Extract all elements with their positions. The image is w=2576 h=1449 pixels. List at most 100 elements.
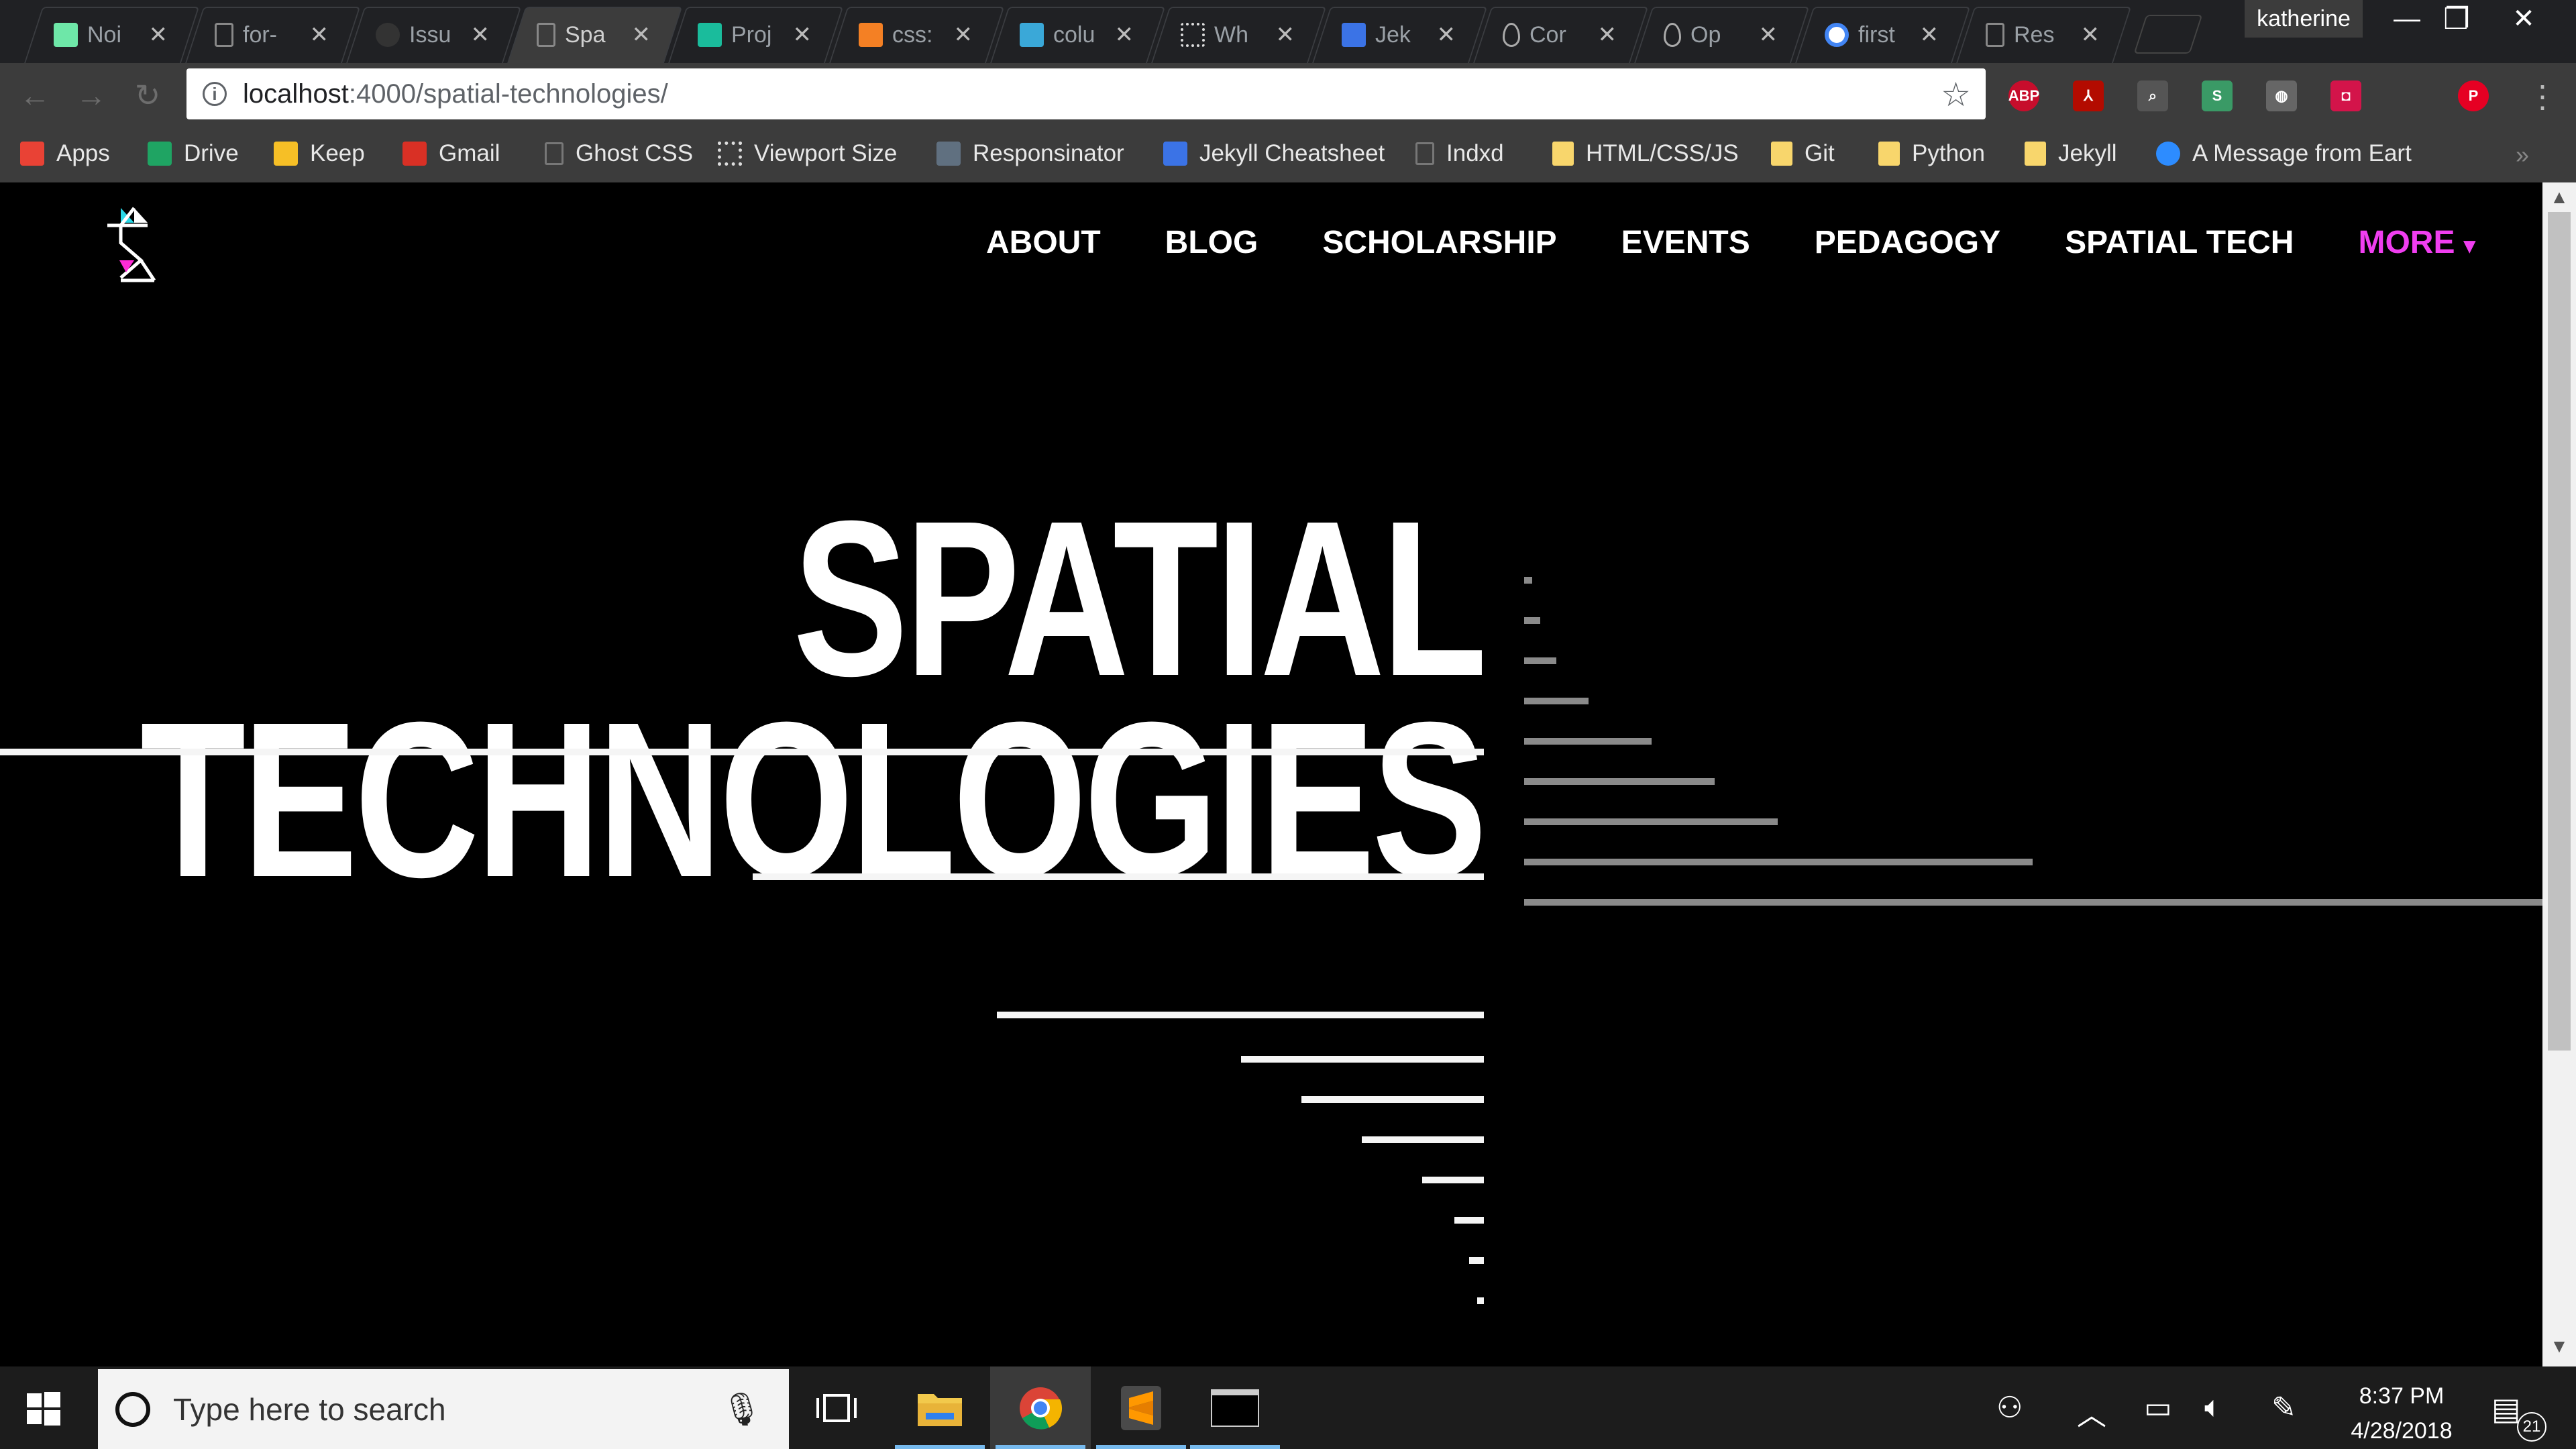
menu-dots-icon[interactable]: ⋮ <box>2524 78 2561 115</box>
windows-start-icon[interactable] <box>27 1392 60 1426</box>
bookmark-label: Git <box>1805 140 1835 166</box>
browser-tab[interactable]: for- ✕ <box>185 7 342 63</box>
bookmarks-overflow-icon[interactable]: » <box>2516 141 2529 169</box>
bookmark-item[interactable]: Indxd <box>1415 137 1504 170</box>
tab-close-icon[interactable]: ✕ <box>1437 21 1456 48</box>
bookmark-item[interactable]: Responsinator <box>936 137 1124 170</box>
bird-icon <box>1020 23 1044 47</box>
tab-close-icon[interactable]: ✕ <box>1759 21 1778 48</box>
nav-pedagogy[interactable]: PEDAGOGY <box>1815 224 2000 261</box>
bookmark-star-icon[interactable]: ☆ <box>1941 75 1971 114</box>
tab-close-icon[interactable]: ✕ <box>1115 21 1134 48</box>
tab-close-icon[interactable]: ✕ <box>2081 21 2100 48</box>
scrollbar-thumb[interactable] <box>2548 212 2571 1051</box>
url-text[interactable]: localhost:4000/spatial-technologies/ <box>243 79 668 109</box>
browser-tab[interactable]: css: ✕ <box>829 7 986 63</box>
browser-tab[interactable]: Jek ✕ <box>1312 7 1469 63</box>
browser-tab[interactable]: Op ✕ <box>1634 7 1791 63</box>
system-clock[interactable]: 8:37 PM 4/28/2018 <box>2328 1379 2475 1448</box>
pinterest-icon[interactable]: P <box>2458 80 2489 111</box>
profile-button[interactable]: katherine <box>2245 0 2363 38</box>
decorative-line <box>1301 1096 1484 1103</box>
browser-tab[interactable]: Spa ✕ <box>507 7 664 63</box>
nav-more-dropdown[interactable]: MORE ▾ <box>2358 224 2475 261</box>
bookmark-item[interactable]: Gmail <box>402 137 500 170</box>
close-window-button[interactable]: ✕ <box>2497 0 2551 38</box>
scroll-up-icon[interactable]: ▲ <box>2542 186 2576 213</box>
tab-close-icon[interactable]: ✕ <box>1920 21 1939 48</box>
bookmark-item[interactable]: HTML/CSS/JS <box>1552 137 1739 170</box>
tab-title: Cor <box>1529 21 1566 48</box>
bookmark-item[interactable]: Drive <box>148 137 239 170</box>
browser-tab[interactable]: Issu ✕ <box>346 7 503 63</box>
tab-close-icon[interactable]: ✕ <box>149 21 168 48</box>
tab-close-icon[interactable]: ✕ <box>310 21 329 48</box>
restore-button[interactable]: ❐ <box>2430 0 2483 38</box>
bookmark-item[interactable]: Python <box>1878 137 1985 170</box>
browser-tab[interactable]: Noi ✕ <box>24 7 181 63</box>
browser-tab[interactable]: first ✕ <box>1795 7 1952 63</box>
battery-icon[interactable]: ▭ <box>2144 1391 2172 1425</box>
decorative-line <box>1362 1136 1484 1143</box>
bookmark-item[interactable]: Jekyll <box>2025 137 2117 170</box>
browser-tab[interactable]: Wh ✕ <box>1151 7 1308 63</box>
browser-tab[interactable]: Res ✕ <box>1956 7 2113 63</box>
bookmark-item[interactable]: Ghost CSS <box>545 137 693 170</box>
scroll-down-icon[interactable]: ▼ <box>2542 1336 2576 1362</box>
tab-close-icon[interactable]: ✕ <box>1598 21 1617 48</box>
pocket-icon[interactable]: ◘ <box>2330 80 2361 111</box>
s-extension-icon[interactable]: S <box>2202 80 2233 111</box>
page-icon <box>545 142 564 165</box>
nav-blog[interactable]: BLOG <box>1165 224 1258 261</box>
minimize-button[interactable]: — <box>2380 0 2434 38</box>
page-scrollbar[interactable]: ▲ ▼ <box>2542 182 2576 1366</box>
bookmark-label: Drive <box>184 140 239 166</box>
nav-events[interactable]: EVENTS <box>1621 224 1750 261</box>
browser-tab[interactable]: Cor ✕ <box>1473 7 1630 63</box>
tab-close-icon[interactable]: ✕ <box>471 21 490 48</box>
reload-icon[interactable]: ↻ <box>129 76 166 114</box>
tab-close-icon[interactable]: ✕ <box>954 21 973 48</box>
bookmark-item[interactable]: A Message from Eart <box>2156 137 2412 170</box>
tab-title: colu <box>1053 21 1095 48</box>
back-arrow-icon[interactable]: ← <box>16 76 54 114</box>
pen-workspace-icon[interactable]: ✎ <box>2271 1391 2296 1425</box>
microphone-icon[interactable]: 🎙︎ <box>721 1390 762 1428</box>
nav-scholarship[interactable]: SCHOLARSHIP <box>1322 224 1556 261</box>
site-logo[interactable] <box>101 203 161 286</box>
forward-arrow-icon[interactable]: → <box>72 76 110 114</box>
bookmark-item[interactable]: Apps <box>20 137 110 170</box>
bookmark-item[interactable]: Jekyll Cheatsheet <box>1163 137 1385 170</box>
info-icon[interactable]: i <box>203 82 227 106</box>
task-view-icon[interactable] <box>786 1366 887 1449</box>
browser-tab[interactable]: Proj ✕ <box>668 7 825 63</box>
terminal-icon[interactable] <box>1185 1366 1285 1449</box>
bookmark-item[interactable]: Viewport Size <box>718 137 897 170</box>
show-hidden-icons-chevron[interactable]: ︿ <box>2077 1391 2106 1434</box>
search-page-icon[interactable]: ⌕ <box>2137 80 2168 111</box>
sublime-text-icon[interactable] <box>1091 1366 1191 1449</box>
adblock-plus-icon[interactable]: ABP <box>2008 80 2039 111</box>
drop-icon <box>1664 23 1681 47</box>
bookmark-item[interactable]: Keep <box>274 137 365 170</box>
bookmark-item[interactable]: Git <box>1771 137 1835 170</box>
tab-close-icon[interactable]: ✕ <box>793 21 812 48</box>
taskbar-search-box[interactable]: Type here to search 🎙︎ <box>98 1369 789 1449</box>
tab-close-icon[interactable]: ✕ <box>1276 21 1295 48</box>
address-bar[interactable]: i localhost:4000/spatial-technologies/ ☆ <box>186 68 1986 119</box>
action-center-icon[interactable]: ▤ <box>2491 1391 2520 1427</box>
volume-muted-icon[interactable]: 🔈︎ <box>2204 1391 2222 1424</box>
decorative-line <box>1524 738 1652 745</box>
people-icon[interactable]: ⚇ <box>1996 1391 2023 1425</box>
cortana-icon[interactable] <box>115 1391 150 1427</box>
tab-close-icon[interactable]: ✕ <box>632 21 651 48</box>
chrome-icon[interactable] <box>990 1366 1091 1449</box>
file-explorer-icon[interactable] <box>890 1366 990 1449</box>
nav-spatial-tech[interactable]: SPATIAL TECH <box>2065 224 2294 261</box>
acrobat-icon[interactable]: ⅄ <box>2073 80 2104 111</box>
url-host: localhost <box>243 78 349 109</box>
nav-about[interactable]: ABOUT <box>986 224 1101 261</box>
browser-tab[interactable]: colu ✕ <box>990 7 1147 63</box>
bulb-extension-icon[interactable]: ◍ <box>2266 80 2297 111</box>
windows-taskbar: Type here to search 🎙︎ ⚇ ︿ ▭ 🔈︎ ✎ 8:37 P… <box>0 1366 2576 1449</box>
